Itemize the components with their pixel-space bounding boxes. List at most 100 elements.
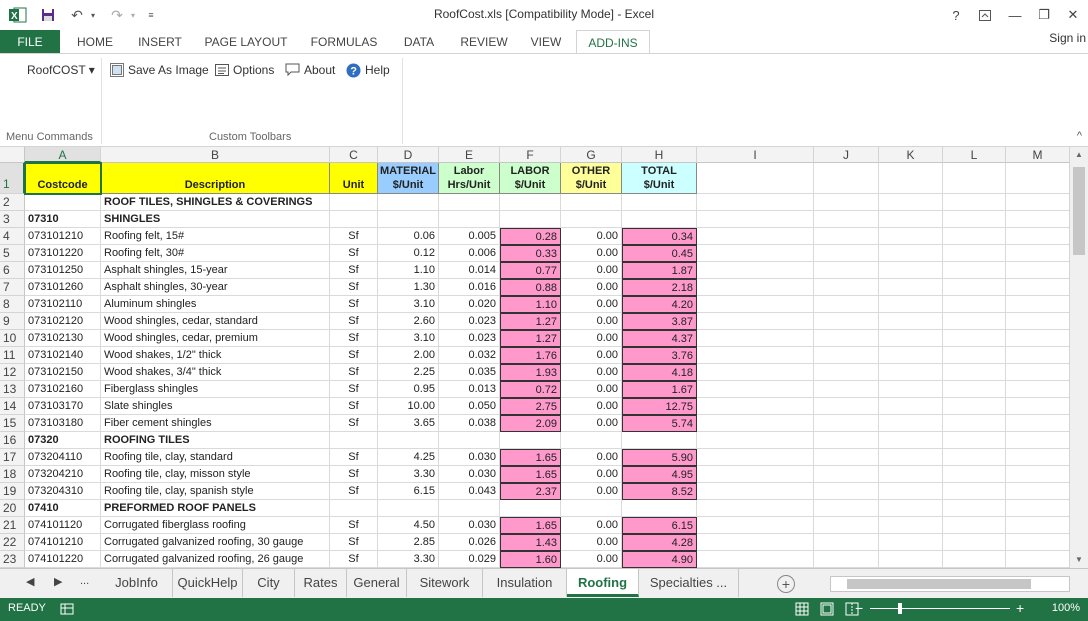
row-header[interactable]: 16 [0, 432, 25, 449]
cell-h10[interactable]: 4.37 [622, 330, 697, 347]
row-header[interactable]: 8 [0, 296, 25, 313]
cell-g21[interactable]: 0.00 [561, 517, 622, 534]
cell-f19[interactable]: 2.37 [500, 483, 561, 500]
cell-b20[interactable]: PREFORMED ROOF PANELS [101, 500, 330, 517]
column-header-a[interactable]: A [25, 147, 101, 163]
row-header[interactable]: 17 [0, 449, 25, 466]
worksheet-grid[interactable]: A B C D E F G H I J K L M 1 Costcode Description Unit MAT… [0, 147, 1069, 568]
cell-j14[interactable] [814, 398, 879, 415]
row-header[interactable]: 9 [0, 313, 25, 330]
cell-d19[interactable]: 6.15 [378, 483, 439, 500]
add-sheet-button[interactable]: + [777, 575, 795, 593]
cell-g13[interactable]: 0.00 [561, 381, 622, 398]
cell-j12[interactable] [814, 364, 879, 381]
cell-e18[interactable]: 0.030 [439, 466, 500, 483]
row-header[interactable]: 7 [0, 279, 25, 296]
cell[interactable] [943, 163, 1006, 194]
cell-g9[interactable]: 0.00 [561, 313, 622, 330]
cell-k20[interactable] [879, 500, 943, 517]
row-header[interactable]: 1 [0, 163, 25, 194]
cell-i11[interactable] [697, 347, 814, 364]
cell-a2[interactable] [25, 194, 101, 211]
cell-d11[interactable]: 2.00 [378, 347, 439, 364]
sheet-tab-rates[interactable]: Rates [295, 569, 347, 597]
cell-k21[interactable] [879, 517, 943, 534]
cell-i3[interactable] [697, 211, 814, 228]
cell-j2[interactable] [814, 194, 879, 211]
header-cell-c[interactable]: Unit [330, 163, 378, 194]
cell-i8[interactable] [697, 296, 814, 313]
cell-c5[interactable]: Sf [330, 245, 378, 262]
row-header[interactable]: 12 [0, 364, 25, 381]
cell-d6[interactable]: 1.10 [378, 262, 439, 279]
cell-d7[interactable]: 1.30 [378, 279, 439, 296]
cell-i17[interactable] [697, 449, 814, 466]
cell-a5[interactable]: 073101220 [25, 245, 101, 262]
cell-g3[interactable] [561, 211, 622, 228]
column-header-b[interactable]: B [101, 147, 330, 163]
cell-l15[interactable] [943, 415, 1006, 432]
cell-f23[interactable]: 1.60 [500, 551, 561, 568]
normal-view-icon[interactable] [795, 602, 809, 616]
cell-m18[interactable] [1006, 466, 1069, 483]
cell-m11[interactable] [1006, 347, 1069, 364]
cell-i7[interactable] [697, 279, 814, 296]
cell-e11[interactable]: 0.032 [439, 347, 500, 364]
row-header[interactable]: 22 [0, 534, 25, 551]
cell-j16[interactable] [814, 432, 879, 449]
scroll-down-arrow-icon[interactable]: ▼ [1070, 552, 1088, 568]
cell-g23[interactable]: 0.00 [561, 551, 622, 568]
sheet-tab-roofing[interactable]: Roofing [567, 569, 639, 597]
cell-f21[interactable]: 1.65 [500, 517, 561, 534]
cell-j15[interactable] [814, 415, 879, 432]
cell-e16[interactable] [439, 432, 500, 449]
header-cell-d[interactable]: MATERIAL $/Unit [378, 163, 439, 194]
cell-f14[interactable]: 2.75 [500, 398, 561, 415]
cell-e2[interactable] [439, 194, 500, 211]
column-header-m[interactable]: M [1006, 147, 1069, 163]
cell-b16[interactable]: ROOFING TILES [101, 432, 330, 449]
cell-k14[interactable] [879, 398, 943, 415]
cell-j21[interactable] [814, 517, 879, 534]
cell-c12[interactable]: Sf [330, 364, 378, 381]
cell-e7[interactable]: 0.016 [439, 279, 500, 296]
cell-e3[interactable] [439, 211, 500, 228]
cell-j6[interactable] [814, 262, 879, 279]
cell-j4[interactable] [814, 228, 879, 245]
cell-k6[interactable] [879, 262, 943, 279]
cell-h2[interactable] [622, 194, 697, 211]
cell-e19[interactable]: 0.043 [439, 483, 500, 500]
cell-g14[interactable]: 0.00 [561, 398, 622, 415]
cell-m8[interactable] [1006, 296, 1069, 313]
cell-d20[interactable] [378, 500, 439, 517]
cell-k7[interactable] [879, 279, 943, 296]
cell-g7[interactable]: 0.00 [561, 279, 622, 296]
cell-b18[interactable]: Roofing tile, clay, misson style [101, 466, 330, 483]
cell-i14[interactable] [697, 398, 814, 415]
sheet-tab-specialties[interactable]: Specialties ... [639, 569, 739, 597]
cell-e14[interactable]: 0.050 [439, 398, 500, 415]
cell-m5[interactable] [1006, 245, 1069, 262]
cell-a4[interactable]: 073101210 [25, 228, 101, 245]
cell-j8[interactable] [814, 296, 879, 313]
row-header[interactable]: 6 [0, 262, 25, 279]
cell-k4[interactable] [879, 228, 943, 245]
cell-h7[interactable]: 2.18 [622, 279, 697, 296]
cell-h6[interactable]: 1.87 [622, 262, 697, 279]
row-header[interactable]: 2 [0, 194, 25, 211]
cell-a23[interactable]: 074101220 [25, 551, 101, 568]
select-all-corner[interactable] [0, 147, 25, 163]
cell-m14[interactable] [1006, 398, 1069, 415]
cell-g5[interactable]: 0.00 [561, 245, 622, 262]
cell-m20[interactable] [1006, 500, 1069, 517]
cell-i19[interactable] [697, 483, 814, 500]
cell-j11[interactable] [814, 347, 879, 364]
cell-b14[interactable]: Slate shingles [101, 398, 330, 415]
cell-a12[interactable]: 073102150 [25, 364, 101, 381]
cell-i23[interactable] [697, 551, 814, 568]
cell-b7[interactable]: Asphalt shingles, 30-year [101, 279, 330, 296]
cell-d3[interactable] [378, 211, 439, 228]
cell-i5[interactable] [697, 245, 814, 262]
cell-h16[interactable] [622, 432, 697, 449]
cell-l3[interactable] [943, 211, 1006, 228]
